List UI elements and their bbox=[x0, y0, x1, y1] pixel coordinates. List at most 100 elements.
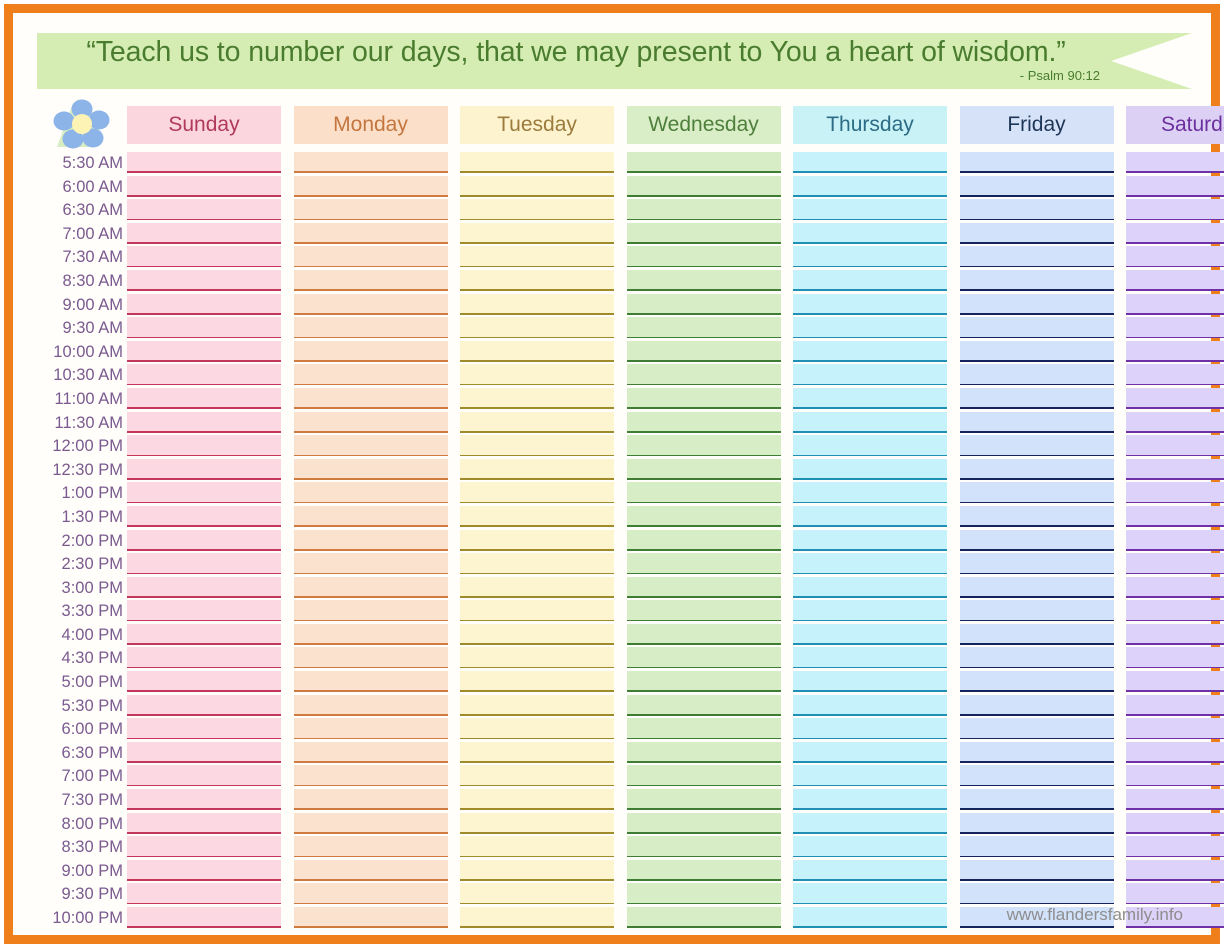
schedule-cell[interactable] bbox=[127, 175, 281, 197]
schedule-cell[interactable] bbox=[626, 222, 781, 244]
schedule-cell[interactable] bbox=[626, 671, 781, 693]
schedule-cell[interactable] bbox=[793, 576, 947, 598]
schedule-cell[interactable] bbox=[793, 671, 947, 693]
schedule-cell[interactable] bbox=[626, 765, 781, 787]
schedule-cell[interactable] bbox=[626, 789, 781, 811]
schedule-cell[interactable] bbox=[293, 340, 448, 362]
schedule-cell[interactable] bbox=[1126, 435, 1224, 457]
schedule-cell[interactable] bbox=[793, 836, 947, 858]
schedule-cell[interactable] bbox=[959, 883, 1114, 905]
schedule-cell[interactable] bbox=[626, 293, 781, 315]
schedule-cell[interactable] bbox=[127, 222, 281, 244]
schedule-cell[interactable] bbox=[460, 293, 614, 315]
schedule-cell[interactable] bbox=[127, 907, 281, 928]
schedule-cell[interactable] bbox=[1126, 647, 1224, 669]
schedule-cell[interactable] bbox=[127, 694, 281, 716]
schedule-cell[interactable] bbox=[1126, 246, 1224, 268]
schedule-cell[interactable] bbox=[460, 199, 614, 221]
schedule-cell[interactable] bbox=[959, 600, 1114, 622]
schedule-cell[interactable] bbox=[1126, 482, 1224, 504]
schedule-cell[interactable] bbox=[793, 269, 947, 291]
schedule-cell[interactable] bbox=[1126, 411, 1224, 433]
schedule-cell[interactable] bbox=[460, 269, 614, 291]
schedule-cell[interactable] bbox=[959, 364, 1114, 386]
schedule-cell[interactable] bbox=[1126, 600, 1224, 622]
schedule-cell[interactable] bbox=[793, 482, 947, 504]
schedule-cell[interactable] bbox=[959, 836, 1114, 858]
schedule-cell[interactable] bbox=[959, 387, 1114, 409]
schedule-cell[interactable] bbox=[1126, 293, 1224, 315]
schedule-cell[interactable] bbox=[293, 907, 448, 928]
schedule-cell[interactable] bbox=[626, 246, 781, 268]
schedule-cell[interactable] bbox=[1126, 458, 1224, 480]
schedule-cell[interactable] bbox=[793, 553, 947, 575]
schedule-cell[interactable] bbox=[1126, 765, 1224, 787]
schedule-cell[interactable] bbox=[959, 199, 1114, 221]
schedule-cell[interactable] bbox=[1126, 553, 1224, 575]
day-header-wednesday[interactable]: Wednesday bbox=[626, 106, 781, 144]
schedule-cell[interactable] bbox=[626, 647, 781, 669]
schedule-cell[interactable] bbox=[793, 600, 947, 622]
schedule-cell[interactable] bbox=[127, 293, 281, 315]
schedule-cell[interactable] bbox=[460, 718, 614, 740]
schedule-cell[interactable] bbox=[793, 765, 947, 787]
day-header-monday[interactable]: Monday bbox=[293, 106, 448, 144]
schedule-cell[interactable] bbox=[460, 175, 614, 197]
schedule-cell[interactable] bbox=[293, 859, 448, 881]
schedule-cell[interactable] bbox=[293, 553, 448, 575]
schedule-cell[interactable] bbox=[293, 647, 448, 669]
day-header-tuesday[interactable]: Tuesday bbox=[460, 106, 614, 144]
schedule-cell[interactable] bbox=[626, 883, 781, 905]
schedule-cell[interactable] bbox=[626, 411, 781, 433]
schedule-cell[interactable] bbox=[460, 458, 614, 480]
schedule-cell[interactable] bbox=[127, 269, 281, 291]
schedule-cell[interactable] bbox=[127, 340, 281, 362]
schedule-cell[interactable] bbox=[793, 199, 947, 221]
schedule-cell[interactable] bbox=[460, 765, 614, 787]
schedule-cell[interactable] bbox=[460, 505, 614, 527]
schedule-cell[interactable] bbox=[1126, 812, 1224, 834]
schedule-cell[interactable] bbox=[959, 175, 1114, 197]
schedule-cell[interactable] bbox=[293, 482, 448, 504]
schedule-cell[interactable] bbox=[793, 246, 947, 268]
schedule-cell[interactable] bbox=[793, 647, 947, 669]
schedule-cell[interactable] bbox=[293, 246, 448, 268]
schedule-cell[interactable] bbox=[626, 458, 781, 480]
schedule-cell[interactable] bbox=[293, 435, 448, 457]
schedule-cell[interactable] bbox=[959, 458, 1114, 480]
schedule-cell[interactable] bbox=[1126, 387, 1224, 409]
schedule-cell[interactable] bbox=[793, 623, 947, 645]
schedule-cell[interactable] bbox=[293, 600, 448, 622]
schedule-cell[interactable] bbox=[1126, 175, 1224, 197]
schedule-cell[interactable] bbox=[460, 600, 614, 622]
schedule-cell[interactable] bbox=[959, 859, 1114, 881]
schedule-cell[interactable] bbox=[793, 741, 947, 763]
schedule-cell[interactable] bbox=[959, 647, 1114, 669]
schedule-cell[interactable] bbox=[626, 505, 781, 527]
schedule-cell[interactable] bbox=[127, 387, 281, 409]
schedule-cell[interactable] bbox=[626, 340, 781, 362]
schedule-cell[interactable] bbox=[293, 623, 448, 645]
schedule-cell[interactable] bbox=[1126, 152, 1224, 173]
schedule-cell[interactable] bbox=[460, 576, 614, 598]
schedule-cell[interactable] bbox=[959, 623, 1114, 645]
schedule-cell[interactable] bbox=[793, 340, 947, 362]
schedule-cell[interactable] bbox=[460, 623, 614, 645]
schedule-cell[interactable] bbox=[460, 647, 614, 669]
schedule-cell[interactable] bbox=[626, 387, 781, 409]
schedule-cell[interactable] bbox=[1126, 576, 1224, 598]
schedule-cell[interactable] bbox=[959, 317, 1114, 339]
schedule-cell[interactable] bbox=[793, 175, 947, 197]
schedule-cell[interactable] bbox=[1126, 859, 1224, 881]
schedule-cell[interactable] bbox=[127, 623, 281, 645]
schedule-cell[interactable] bbox=[626, 529, 781, 551]
schedule-cell[interactable] bbox=[127, 317, 281, 339]
schedule-cell[interactable] bbox=[793, 435, 947, 457]
schedule-cell[interactable] bbox=[959, 694, 1114, 716]
schedule-cell[interactable] bbox=[127, 458, 281, 480]
schedule-cell[interactable] bbox=[793, 458, 947, 480]
schedule-cell[interactable] bbox=[959, 152, 1114, 173]
schedule-cell[interactable] bbox=[793, 293, 947, 315]
schedule-cell[interactable] bbox=[959, 576, 1114, 598]
schedule-cell[interactable] bbox=[959, 246, 1114, 268]
